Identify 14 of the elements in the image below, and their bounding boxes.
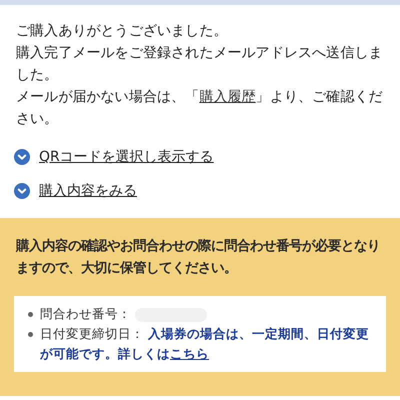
notice-text: 購入内容の確認やお問合わせの際に問合わせ番号が必要となりますので、大切に保管してください。 bbox=[16, 237, 381, 278]
info-text: 日付変更締切日： 入場券の場合は、一定期間、日付変更が可能です。詳しくはこちら bbox=[40, 325, 370, 363]
message-text: ご購入ありがとうございました。 bbox=[16, 22, 228, 41]
bullet-icon bbox=[28, 332, 33, 337]
bullet-icon bbox=[28, 312, 33, 317]
chevron-icon[interactable] bbox=[14, 149, 30, 165]
toggle-link[interactable]: QRコードを選択し表示する bbox=[39, 148, 214, 166]
message-text: メールが届かない場合は、「購入履歴」より、ご確認ください。 bbox=[16, 88, 384, 129]
details-link[interactable]: こちら bbox=[170, 346, 209, 361]
item-label: 問合わせ番号： bbox=[40, 306, 131, 321]
purchase-history-link[interactable]: 購入履歴 bbox=[199, 89, 256, 105]
chevron-icon[interactable] bbox=[14, 183, 30, 199]
message-text: 購入完了メールをご登録されたメールアドレスへ送信しました。 bbox=[16, 44, 384, 85]
toggle-link[interactable]: 購入内容をみる bbox=[39, 182, 137, 200]
